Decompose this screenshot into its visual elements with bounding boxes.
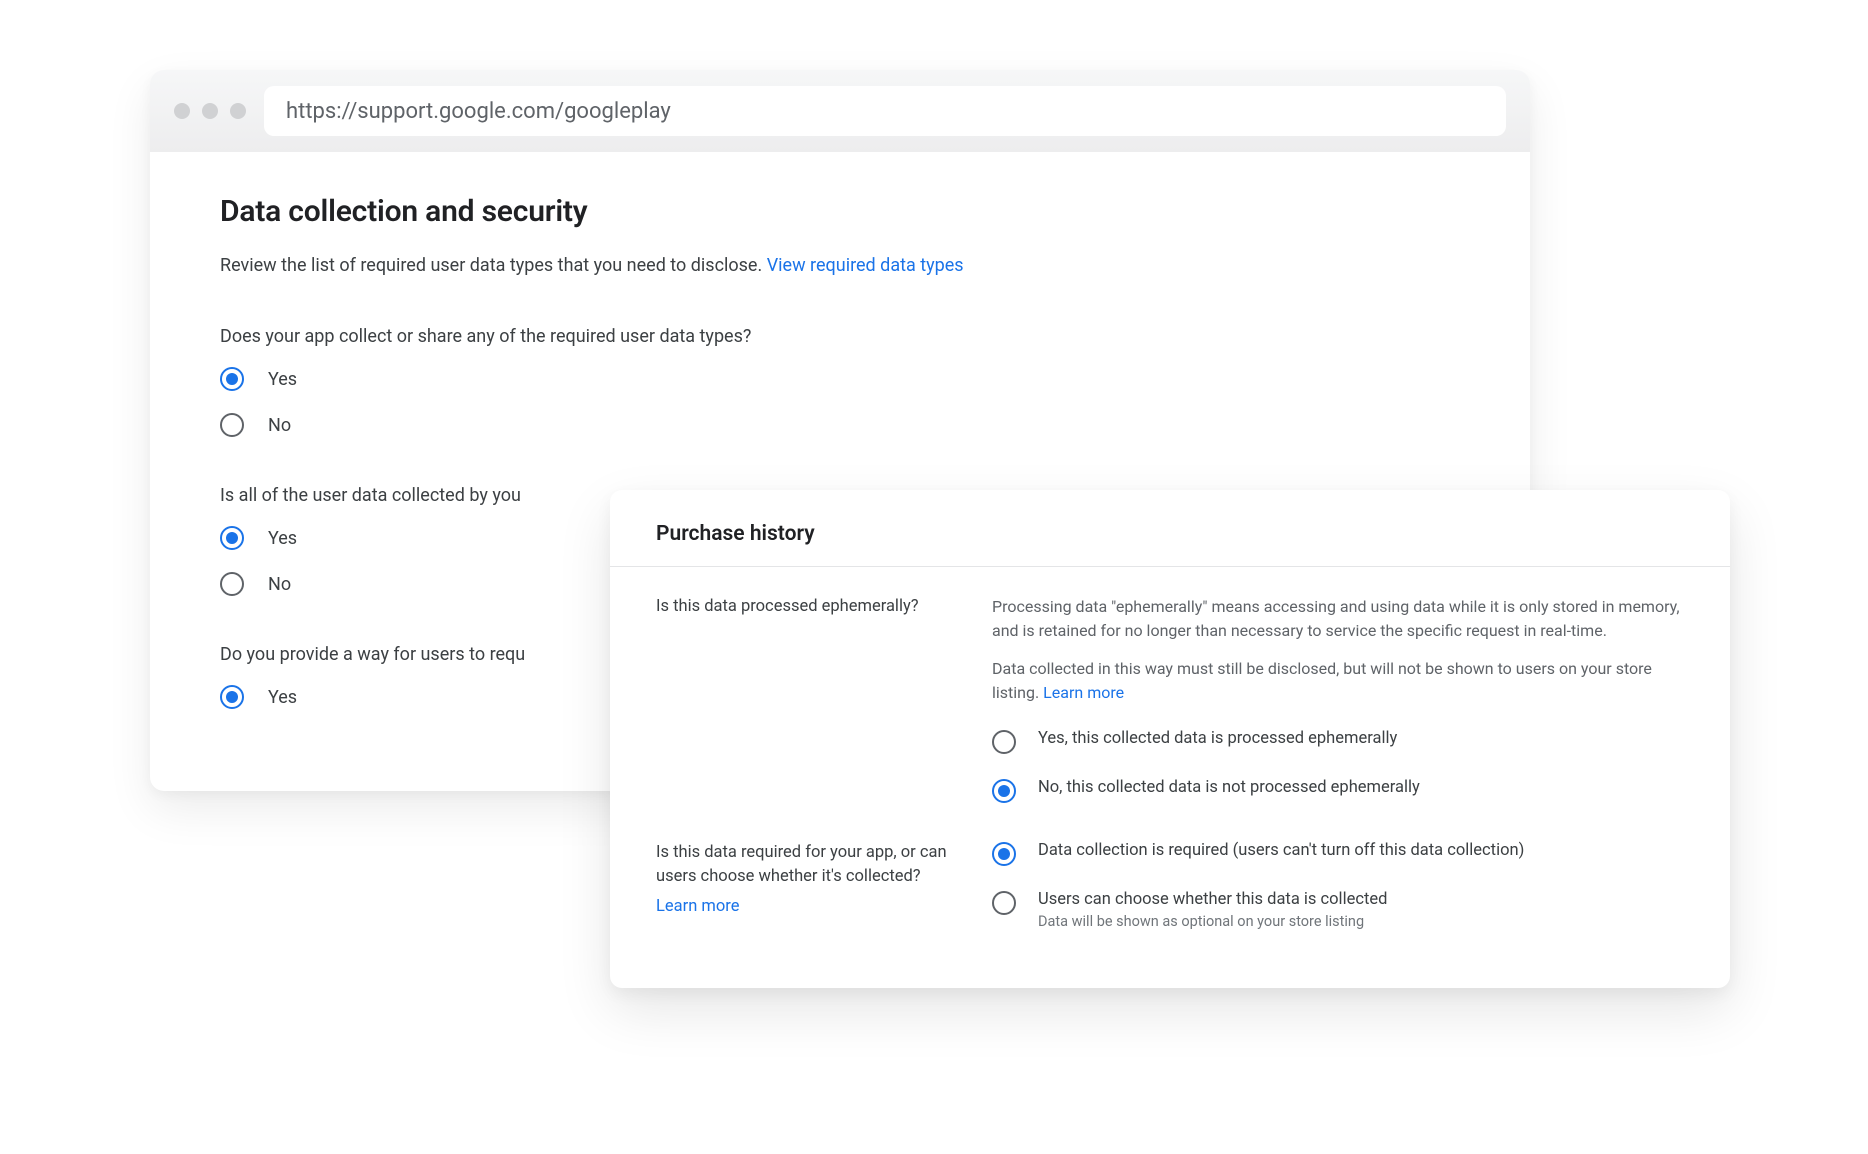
learn-more-link[interactable]: Learn more	[656, 897, 739, 916]
radio-option-ephemeral-no[interactable]: No, this collected data is not processed…	[992, 778, 1684, 803]
card-answer-right: Data collection is required (users can't…	[992, 841, 1684, 930]
page-subtitle: Review the list of required user data ty…	[220, 255, 1460, 276]
radio-option-yes[interactable]: Yes	[220, 367, 1460, 391]
radio-icon	[220, 685, 244, 709]
option-label: No, this collected data is not processed…	[1038, 778, 1420, 797]
radio-label: Yes	[268, 369, 297, 390]
card-body: Is this data processed ephemerally? Proc…	[610, 567, 1730, 930]
radio-icon	[992, 891, 1016, 915]
card-question-text: Is this data required for your app, or c…	[656, 841, 956, 889]
radio-label: No	[268, 574, 291, 595]
card-question-text: Is this data processed ephemerally?	[656, 595, 956, 619]
address-url: https://support.google.com/googleplay	[286, 99, 671, 124]
radio-icon	[220, 413, 244, 437]
view-data-types-link[interactable]: View required data types	[767, 255, 964, 276]
option-label: Users can choose whether this data is co…	[1038, 890, 1387, 909]
option-sublabel: Data will be shown as optional on your s…	[1038, 913, 1387, 930]
traffic-lights	[174, 103, 246, 119]
window-dot	[230, 103, 246, 119]
purchase-history-card: Purchase history Is this data processed …	[610, 490, 1730, 988]
card-description: Processing data "ephemerally" means acce…	[992, 595, 1684, 643]
radio-icon	[992, 842, 1016, 866]
window-dot	[202, 103, 218, 119]
option-label: Yes, this collected data is processed ep…	[1038, 729, 1397, 748]
card-section-ephemeral: Is this data processed ephemerally? Proc…	[656, 595, 1684, 803]
radio-label: Yes	[268, 687, 297, 708]
radio-label: No	[268, 415, 291, 436]
radio-option-optional[interactable]: Users can choose whether this data is co…	[992, 890, 1684, 930]
card-section-required: Is this data required for your app, or c…	[656, 841, 1684, 930]
subtitle-text: Review the list of required user data ty…	[220, 255, 762, 276]
card-answer-right: Processing data "ephemerally" means acce…	[992, 595, 1684, 803]
card-header: Purchase history	[610, 490, 1730, 567]
radio-icon	[220, 367, 244, 391]
card-question-left: Is this data required for your app, or c…	[656, 841, 956, 930]
option-label: Data collection is required (users can't…	[1038, 841, 1524, 860]
question-block-collect-share: Does your app collect or share any of th…	[220, 326, 1460, 437]
page-title: Data collection and security	[220, 194, 1460, 229]
radio-option-required[interactable]: Data collection is required (users can't…	[992, 841, 1684, 866]
address-bar[interactable]: https://support.google.com/googleplay	[264, 86, 1506, 136]
radio-icon	[220, 572, 244, 596]
learn-more-link[interactable]: Learn more	[1043, 683, 1124, 702]
radio-icon	[992, 730, 1016, 754]
radio-option-no[interactable]: No	[220, 413, 1460, 437]
radio-icon	[220, 526, 244, 550]
window-dot	[174, 103, 190, 119]
question-text: Does your app collect or share any of th…	[220, 326, 1460, 347]
radio-option-ephemeral-yes[interactable]: Yes, this collected data is processed ep…	[992, 729, 1684, 754]
card-question-left: Is this data processed ephemerally?	[656, 595, 956, 803]
radio-icon	[992, 779, 1016, 803]
radio-label: Yes	[268, 528, 297, 549]
card-title: Purchase history	[656, 522, 1684, 546]
card-description: Data collected in this way must still be…	[992, 657, 1684, 705]
browser-chrome: https://support.google.com/googleplay	[150, 70, 1530, 152]
